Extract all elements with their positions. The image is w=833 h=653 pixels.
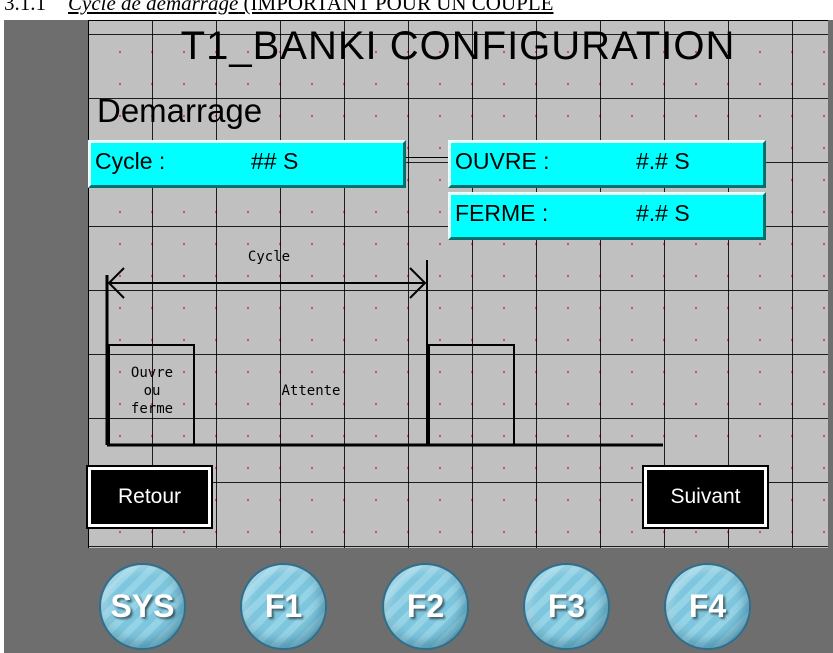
cycle-field-value: ## S [251, 148, 299, 174]
ouvre-field-value: #.# S [636, 148, 690, 174]
field-connector [406, 157, 448, 158]
next-button[interactable]: Suivant [642, 465, 769, 529]
section-note: (IMPORTANT POUR UN COUPLE [238, 0, 554, 15]
pulse-label-line-2: ou [144, 383, 161, 399]
ouvre-field-label: OUVRE : [455, 148, 550, 174]
back-button[interactable]: Retour [86, 465, 213, 529]
ferme-field-label: FERME : [455, 200, 549, 226]
ouvre-field[interactable]: OUVRE : #.# S [448, 140, 766, 188]
f3-key[interactable]: F3 [523, 563, 610, 650]
ferme-field[interactable]: FERME : #.# S [448, 192, 766, 240]
cycle-diagram: Cycle Ouvre ou ferme Attente [105, 250, 663, 447]
cycle-dimension-label: Cycle [248, 250, 290, 265]
pulse-label-line-3: ferme [131, 401, 173, 417]
f4-key[interactable]: F4 [664, 563, 751, 650]
ferme-field-value: #.# S [636, 200, 690, 226]
section-number: 3.1.1 [4, 0, 46, 15]
cycle-field[interactable]: Cycle : ## S [88, 140, 406, 188]
f2-key[interactable]: F2 [382, 563, 469, 650]
f1-key[interactable]: F1 [240, 563, 327, 650]
second-pulse [428, 344, 515, 445]
sys-key[interactable]: SYS [99, 563, 186, 650]
cycle-field-label: Cycle : [95, 148, 166, 174]
wait-label: Attente [281, 383, 340, 399]
screen-title: T1_BANKI CONFIGURATION [180, 24, 736, 68]
hmi-screen: T1_BANKI CONFIGURATION Demarrage Cycle :… [86, 20, 828, 548]
screen-subtitle: Demarrage [97, 92, 263, 129]
pulse-label-line-1: Ouvre [131, 365, 173, 381]
section-heading: 3.1.1 Cycle de démarrage (IMPORTANT POUR … [4, 0, 833, 17]
section-title: Cycle de démarrage [68, 0, 239, 15]
